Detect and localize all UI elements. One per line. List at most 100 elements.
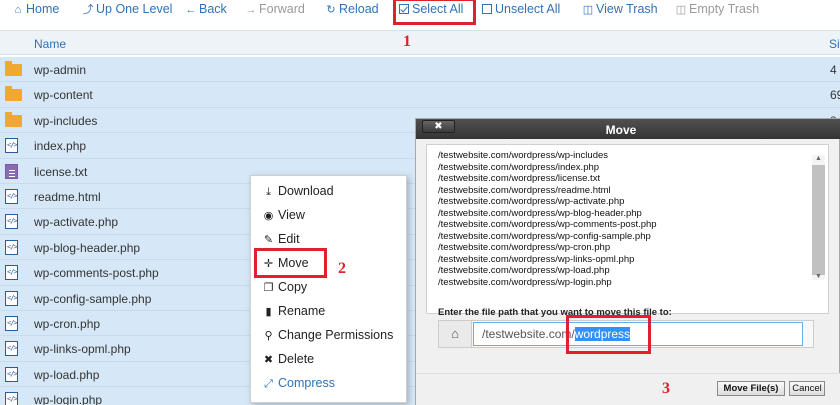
menu-item-download[interactable]: ⤓ Download	[262, 182, 334, 200]
menu-item-label: Edit	[278, 232, 300, 246]
forward-label: Forward	[259, 2, 305, 16]
menu-item-delete[interactable]: ✖ Delete	[262, 350, 314, 368]
menu-item-change-permissions[interactable]: ⚲ Change Permissions	[262, 326, 393, 344]
dialog-title: Move	[605, 123, 637, 137]
arrow-left-icon: ←	[185, 4, 197, 16]
list-item: /testwebsite.com/wordpress/wp-links-opml…	[438, 253, 635, 265]
php-file-icon: </>	[5, 366, 18, 382]
php-file-icon: </>	[5, 239, 18, 255]
file-name: index.php	[34, 139, 87, 154]
list-item: /testwebsite.com/wordpress/license.txt	[438, 173, 601, 184]
file-name: readme.html	[34, 190, 101, 204]
menu-item-rename[interactable]: ▮ Rename	[262, 302, 325, 320]
file-name: wp-activate.php	[34, 215, 119, 230]
php-file-icon: </>	[5, 214, 18, 230]
dialog-title-bar: ✖ Move	[416, 119, 840, 139]
menu-item-label: Compress	[278, 376, 335, 390]
list-item: /testwebsite.com/wordpress/wp-login.php	[438, 276, 612, 288]
file-size: 4	[830, 63, 837, 77]
empty-checkbox-icon	[482, 4, 492, 14]
menu-item-edit[interactable]: ✎ Edit	[262, 230, 300, 248]
annotation-box-path	[566, 315, 651, 354]
back-button[interactable]: ← Back	[185, 2, 227, 17]
file-name: wp-links-opml.php	[34, 342, 131, 357]
menu-item-label: Delete	[278, 352, 315, 366]
file-name: license.txt	[34, 164, 88, 179]
table-header: Name Si	[0, 30, 840, 55]
list-scrollbar[interactable]: ▲ ▼	[812, 155, 825, 280]
up-one-level-label: Up One Level	[96, 2, 173, 16]
copy-icon: ❐	[263, 282, 274, 294]
list-item: /testwebsite.com/wordpress/wp-cron.php	[438, 242, 611, 253]
table-row[interactable]: wp-content 69	[0, 82, 840, 108]
home-label: Home	[26, 2, 60, 16]
list-item: /testwebsite.com/wordpress/wp-load.php	[438, 265, 610, 276]
php-file-icon: </>	[5, 265, 18, 281]
php-file-icon: </>	[5, 392, 18, 405]
reload-button[interactable]: ↻ Reload	[325, 2, 378, 17]
annotation-number-2: 2	[338, 260, 346, 277]
context-menu: ⤓ Download ◉ View ✎ Edit ✛ Move ❐ Copy ▮ Renam…	[250, 175, 407, 403]
menu-item-view[interactable]: ◉ View	[262, 206, 305, 224]
eye-icon: ◉	[263, 210, 274, 222]
menu-item-label: View	[278, 208, 305, 222]
selected-files-list[interactable]: /testwebsite.com/wordpress/wp-includes /…	[426, 144, 829, 314]
pencil-icon: ✎	[263, 234, 274, 246]
scrollbar-thumb[interactable]	[812, 165, 825, 275]
annotation-box-select-all	[393, 0, 476, 25]
folder-icon	[5, 111, 22, 127]
view-trash-label: View Trash	[596, 2, 658, 16]
home-icon: ⌂	[14, 4, 22, 16]
home-icon: ⌂	[439, 321, 472, 347]
file-name: wp-login.php	[34, 393, 103, 405]
file-size: 69	[830, 88, 840, 103]
close-icon: ✖	[263, 354, 274, 366]
table-row[interactable]: wp-admin 4	[0, 57, 840, 83]
key-icon: ⚲	[264, 330, 273, 342]
menu-item-compress[interactable]: ⤢ Compress	[262, 374, 335, 392]
column-header-size[interactable]: Si	[829, 37, 840, 51]
annotation-number-3: 3	[662, 380, 670, 397]
file-name: wp-cron.php	[34, 317, 101, 331]
arrow-right-icon: →	[245, 4, 257, 16]
forward-button[interactable]: → Forward	[245, 2, 305, 17]
move-files-button[interactable]: Move File(s)	[717, 381, 785, 396]
column-header-name[interactable]: Name	[34, 37, 66, 51]
level-up-icon: ⤴	[82, 4, 94, 16]
php-file-icon: </>	[5, 316, 18, 331]
cancel-button[interactable]: Cancel	[789, 381, 825, 396]
file-name: wp-config-sample.php	[34, 291, 152, 306]
file-name: wp-comments-post.php	[34, 266, 159, 281]
menu-item-copy[interactable]: ❐ Copy	[262, 278, 308, 296]
file-name: wp-content	[34, 88, 93, 103]
list-item: /testwebsite.com/wordpress/wp-config-sam…	[438, 230, 651, 242]
scroll-up-icon[interactable]: ▲	[815, 155, 822, 162]
annotation-number-1: 1	[403, 33, 411, 50]
view-trash-button[interactable]: ◫ View Trash	[582, 2, 658, 17]
list-item: /testwebsite.com/wordpress/wp-blog-heade…	[438, 207, 642, 219]
compress-icon: ⤢	[264, 378, 273, 390]
scroll-down-icon[interactable]: ▼	[815, 273, 822, 280]
empty-trash-button[interactable]: ◫ Empty Trash	[675, 2, 759, 17]
file-icon: ▮	[265, 306, 272, 318]
back-label: Back	[199, 2, 227, 16]
file-name: wp-load.php	[34, 367, 100, 382]
path-prefix: /testwebsite.com/	[482, 327, 575, 341]
list-item: /testwebsite.com/wordpress/wp-includes	[438, 150, 609, 161]
file-name: wp-includes	[34, 113, 98, 128]
empty-trash-label: Empty Trash	[689, 2, 760, 16]
trash-icon: ◫	[582, 4, 594, 16]
menu-item-label: Change Permissions	[278, 328, 394, 342]
menu-item-label: Copy	[278, 280, 308, 294]
home-button[interactable]: ⌂ Home	[12, 2, 60, 17]
menu-item-label: Download	[278, 184, 334, 198]
move-dialog: ✖ Move /testwebsite.com/wordpress/wp-inc…	[415, 118, 840, 405]
annotation-box-move	[254, 248, 327, 278]
list-item: /testwebsite.com/wordpress/index.php	[438, 161, 600, 173]
html-file-icon: </>	[5, 189, 18, 204]
unselect-all-button[interactable]: Unselect All	[482, 2, 560, 17]
refresh-icon: ↻	[326, 4, 336, 16]
up-one-level-button[interactable]: ⤴ Up One Level	[82, 2, 173, 17]
list-item: /testwebsite.com/wordpress/readme.html	[438, 184, 611, 196]
php-file-icon: </>	[5, 290, 18, 306]
